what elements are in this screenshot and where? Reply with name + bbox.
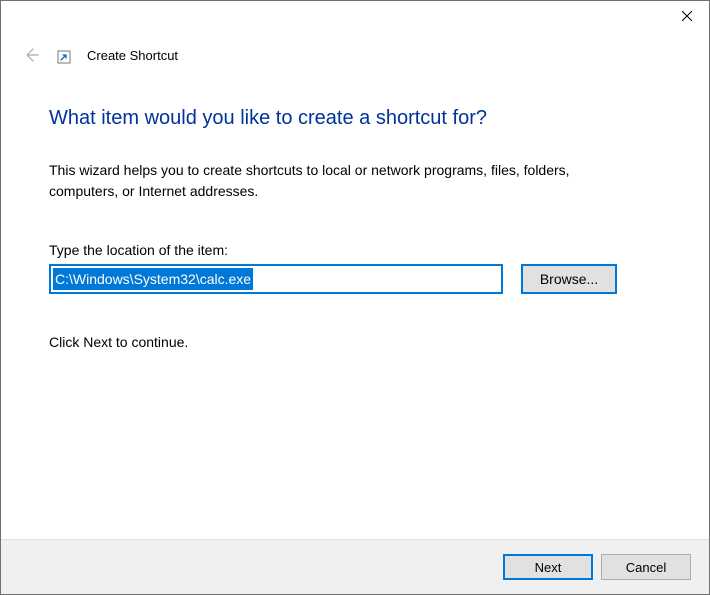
next-button[interactable]: Next: [503, 554, 593, 580]
wizard-header: Create Shortcut: [1, 31, 709, 65]
create-shortcut-wizard-window: Create Shortcut What item would you like…: [0, 0, 710, 595]
continue-hint: Click Next to continue.: [49, 334, 661, 350]
titlebar: [1, 1, 709, 31]
back-arrow-icon: [23, 47, 39, 63]
location-input-row: C:\Windows\System32\calc.exe Browse...: [49, 264, 661, 294]
wizard-description: This wizard helps you to create shortcut…: [49, 160, 609, 202]
location-input[interactable]: C:\Windows\System32\calc.exe: [49, 264, 503, 294]
cancel-button[interactable]: Cancel: [601, 554, 691, 580]
location-field-label: Type the location of the item:: [49, 242, 661, 258]
page-heading: What item would you like to create a sho…: [49, 107, 661, 130]
browse-button[interactable]: Browse...: [521, 264, 617, 294]
back-button: [21, 45, 41, 65]
wizard-footer: Next Cancel: [1, 539, 709, 594]
close-icon: [682, 11, 692, 21]
close-button[interactable]: [664, 1, 709, 31]
wizard-content: What item would you like to create a sho…: [1, 65, 709, 539]
location-input-value: C:\Windows\System32\calc.exe: [53, 268, 253, 290]
shortcut-icon: [57, 50, 71, 64]
wizard-title: Create Shortcut: [87, 48, 178, 63]
